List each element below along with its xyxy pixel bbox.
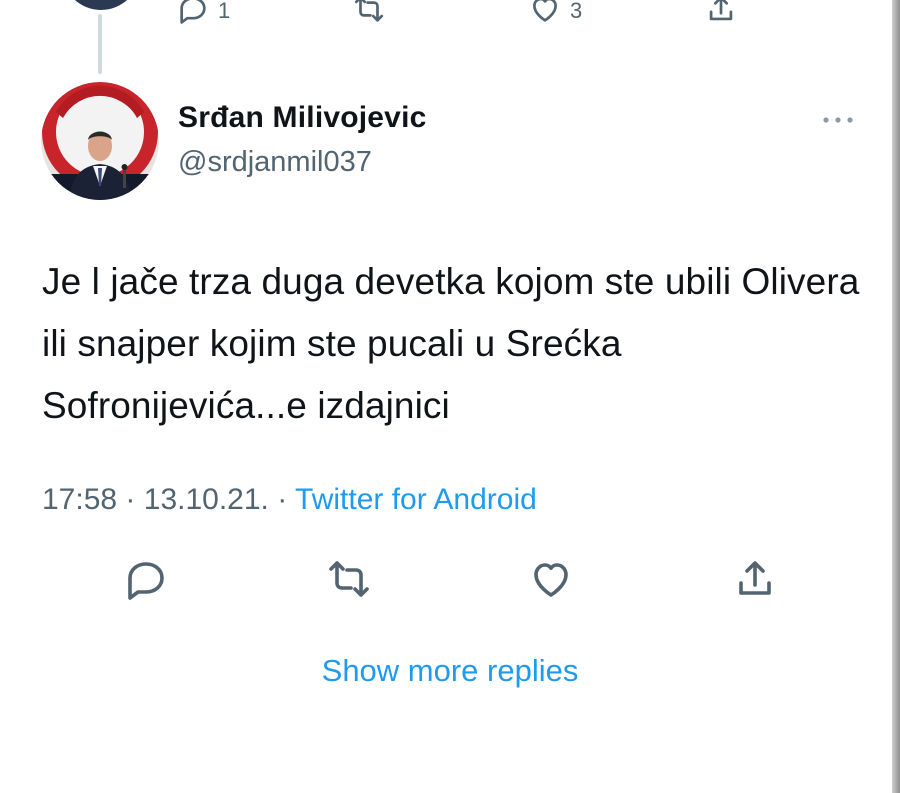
tweet-actions [0, 555, 900, 605]
tweet-metadata: 17:58 · 13.10.21. · Twitter for Android [42, 483, 537, 517]
retweet-button[interactable] [325, 555, 373, 603]
meta-separator: · [125, 483, 136, 516]
share-icon [709, 0, 733, 21]
show-more-replies-link[interactable]: Show more replies [0, 653, 900, 689]
user-avatar[interactable] [41, 82, 159, 200]
avatar-photo [41, 82, 159, 200]
reply-button[interactable] [122, 555, 170, 603]
previous-share-button[interactable] [704, 0, 738, 26]
previous-tweet-avatar[interactable] [62, 0, 140, 10]
more-options-button[interactable] [819, 110, 857, 130]
tweet-time: 17:58 [42, 483, 118, 516]
reply-icon [128, 562, 164, 600]
tweet-text: Je l jače trza duga devetka kojom ste ub… [42, 261, 860, 426]
previous-like-button[interactable]: 3 [528, 0, 582, 26]
previous-retweet-button[interactable] [352, 0, 386, 26]
user-display-name[interactable]: Srđan Milivojevic [178, 101, 426, 135]
reply-icon [180, 0, 206, 24]
retweet-icon [354, 0, 384, 22]
more-icon [823, 117, 853, 123]
user-handle[interactable]: @srdjanmil037 [178, 146, 372, 179]
previous-like-count: 3 [570, 0, 583, 23]
retweet-icon [329, 561, 369, 597]
tweet-date: 13.10.21. [143, 483, 269, 516]
share-icon [739, 561, 771, 595]
like-icon [533, 0, 557, 22]
thread-connector-line [98, 14, 102, 74]
like-icon [534, 563, 568, 597]
tweet-source-link[interactable]: Twitter for Android [295, 483, 537, 516]
previous-reply-button[interactable]: 1 [176, 0, 230, 26]
like-button[interactable] [527, 555, 575, 603]
meta-separator: · [277, 483, 288, 516]
previous-tweet-actions: 1 3 [170, 0, 770, 32]
previous-reply-count: 1 [218, 0, 231, 23]
share-button[interactable] [731, 555, 779, 603]
